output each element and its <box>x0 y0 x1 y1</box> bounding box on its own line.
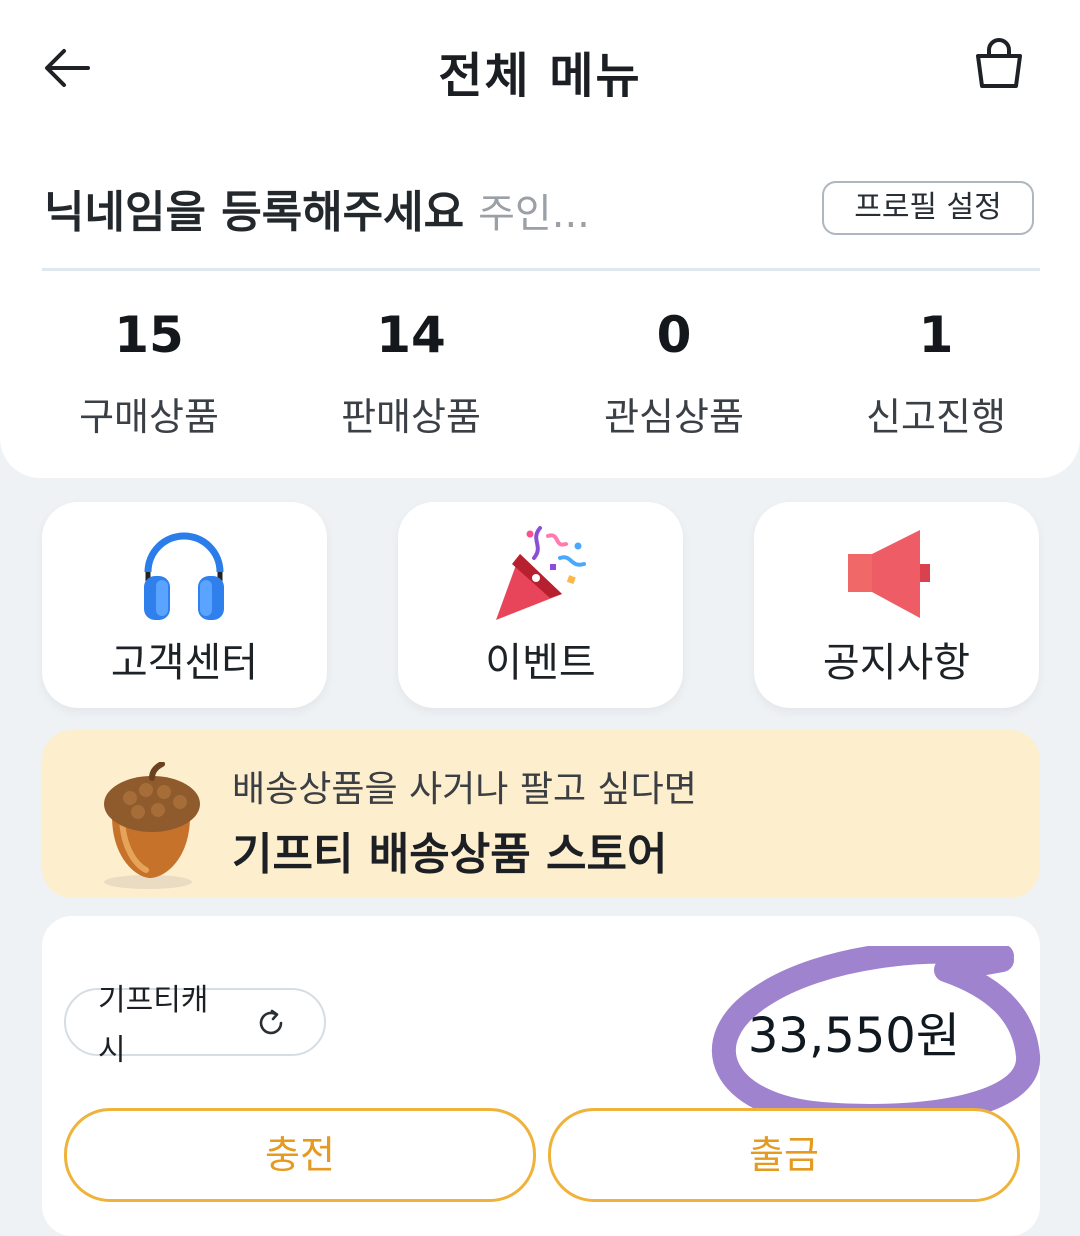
withdraw-button[interactable]: 출금 <box>548 1108 1020 1202</box>
stat-label: 신고진행 <box>866 395 1006 439</box>
stat-label: 구매상품 <box>79 395 219 439</box>
stat-reports[interactable]: 1 신고진행 <box>805 300 1067 441</box>
nickname-subtitle: 주인... <box>478 191 590 237</box>
charge-button[interactable]: 충전 <box>64 1108 536 1202</box>
divider <box>42 268 1040 271</box>
banner-subtitle: 배송상품을 사거나 팔고 싶다면 <box>232 769 697 810</box>
gifti-cash-panel: 기프티캐시 33,550원 충전 출금 <box>42 916 1040 1236</box>
app-header: 전체 메뉴 <box>0 0 1080 135</box>
stat-value: 1 <box>918 306 954 364</box>
cash-amount: 33,550원 <box>747 1008 960 1064</box>
customer-center-card[interactable]: 고객센터 <box>42 502 327 708</box>
stat-value: 15 <box>114 306 184 364</box>
nickname-row[interactable]: 닉네임을 등록해주세요 주인... <box>44 176 590 240</box>
stat-selling[interactable]: 14 판매상품 <box>280 300 542 441</box>
banner-title: 기프티 배송상품 스토어 <box>232 829 668 880</box>
cash-label-pill[interactable]: 기프티캐시 <box>64 983 326 1068</box>
party-popper-icon <box>496 526 586 620</box>
delivery-store-banner[interactable]: 배송상품을 사거나 팔고 싶다면 기프티 배송상품 스토어 <box>42 730 1040 898</box>
stats-row: 15 구매상품 14 판매상품 0 관심상품 1 신고진행 <box>0 300 1080 450</box>
profile-panel: 전체 메뉴 닉네임을 등록해주세요 주인... 프로필 설정 15 구매상품 1… <box>0 0 1080 478</box>
stat-value: 0 <box>656 306 692 364</box>
nickname-text: 닉네임을 등록해주세요 <box>44 187 465 238</box>
shopping-bag-icon[interactable] <box>970 34 1028 92</box>
event-card[interactable]: 이벤트 <box>398 502 683 708</box>
profile-settings-button[interactable]: 프로필 설정 <box>822 181 1034 235</box>
card-label: 공지사항 <box>822 640 971 686</box>
stat-label: 관심상품 <box>604 395 744 439</box>
card-label: 이벤트 <box>485 640 596 686</box>
refresh-icon[interactable] <box>256 1008 286 1038</box>
headphones-icon <box>144 532 224 620</box>
acorn-icon <box>104 762 200 889</box>
stat-value: 14 <box>376 306 446 364</box>
cash-label: 기프티캐시 <box>98 983 209 1068</box>
notice-card[interactable]: 공지사항 <box>754 502 1039 708</box>
stat-label: 판매상품 <box>341 395 481 439</box>
stat-favorites[interactable]: 0 관심상품 <box>543 300 805 441</box>
page-title: 전체 메뉴 <box>438 48 642 104</box>
stat-purchased[interactable]: 15 구매상품 <box>18 300 280 441</box>
card-label: 고객센터 <box>110 640 259 686</box>
megaphone-icon <box>848 530 930 618</box>
